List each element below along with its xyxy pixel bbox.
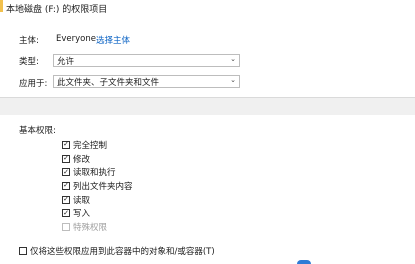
chevron-down-icon: ⌄	[230, 76, 236, 84]
permission-label: 读取和执行	[73, 168, 116, 179]
permission-label: 特殊权限	[73, 222, 108, 233]
decorative-dot	[297, 260, 311, 264]
checkbox-checked[interactable]: ✓	[62, 195, 70, 204]
checkbox-disabled	[62, 222, 70, 231]
checkbox-unchecked[interactable]	[19, 247, 27, 255]
permission-list: ✓ 完全控制 ✓ 修改 ✓ 读取和执行 ✓ 列出文件夹内容 ✓ 读取 ✓ 写入 …	[62, 138, 133, 234]
section-divider	[0, 97, 415, 116]
basic-permissions-heading: 基本权限:	[19, 126, 56, 136]
type-dropdown[interactable]: 允许 ⌄	[53, 54, 240, 67]
check-icon: ✓	[63, 181, 69, 190]
type-label: 类型:	[19, 57, 39, 67]
permission-label: 完全控制	[73, 140, 108, 151]
permission-list-folder[interactable]: ✓ 列出文件夹内容	[62, 179, 133, 193]
check-icon: ✓	[63, 167, 69, 176]
window-title: 本地磁盘 (F:) 的权限项目	[6, 5, 108, 15]
principal-value: Everyone	[56, 34, 96, 44]
applies-to-dropdown[interactable]: 此文件夹、子文件夹和文件 ⌄	[53, 75, 240, 88]
checkbox-checked[interactable]: ✓	[62, 181, 70, 190]
permission-modify[interactable]: ✓ 修改	[62, 152, 133, 166]
permission-read-execute[interactable]: ✓ 读取和执行	[62, 165, 133, 179]
check-icon: ✓	[63, 195, 69, 204]
permission-label: 写入	[73, 209, 91, 220]
type-dropdown-value: 允许	[57, 56, 75, 67]
permission-read[interactable]: ✓ 读取	[62, 193, 133, 207]
chevron-down-icon: ⌄	[230, 55, 236, 63]
check-icon: ✓	[63, 208, 69, 217]
applies-to-dropdown-value: 此文件夹、子文件夹和文件	[57, 77, 160, 88]
checkbox-checked[interactable]: ✓	[62, 167, 70, 177]
principal-label: 主体:	[19, 36, 39, 46]
window-edge-accent	[0, 0, 3, 12]
checkbox-checked[interactable]: ✓	[62, 140, 70, 149]
apply-only-option[interactable]: 仅将这些权限应用到此容器中的对象和/或容器(T)	[19, 245, 215, 257]
check-icon: ✓	[63, 140, 69, 149]
permission-label: 列出文件夹内容	[73, 181, 133, 192]
select-principal-link[interactable]: 选择主体	[96, 34, 130, 46]
apply-only-label: 仅将这些权限应用到此容器中的对象和/或容器(T)	[30, 247, 215, 257]
checkbox-checked[interactable]: ✓	[62, 208, 70, 218]
checkbox-checked[interactable]: ✓	[62, 154, 70, 163]
permission-special: 特殊权限	[62, 220, 133, 234]
check-icon: ✓	[63, 154, 69, 163]
applies-to-label: 应用于:	[19, 79, 48, 89]
permission-label: 读取	[73, 195, 91, 206]
permission-full-control[interactable]: ✓ 完全控制	[62, 138, 133, 152]
permission-label: 修改	[73, 154, 91, 165]
permission-write[interactable]: ✓ 写入	[62, 206, 133, 220]
